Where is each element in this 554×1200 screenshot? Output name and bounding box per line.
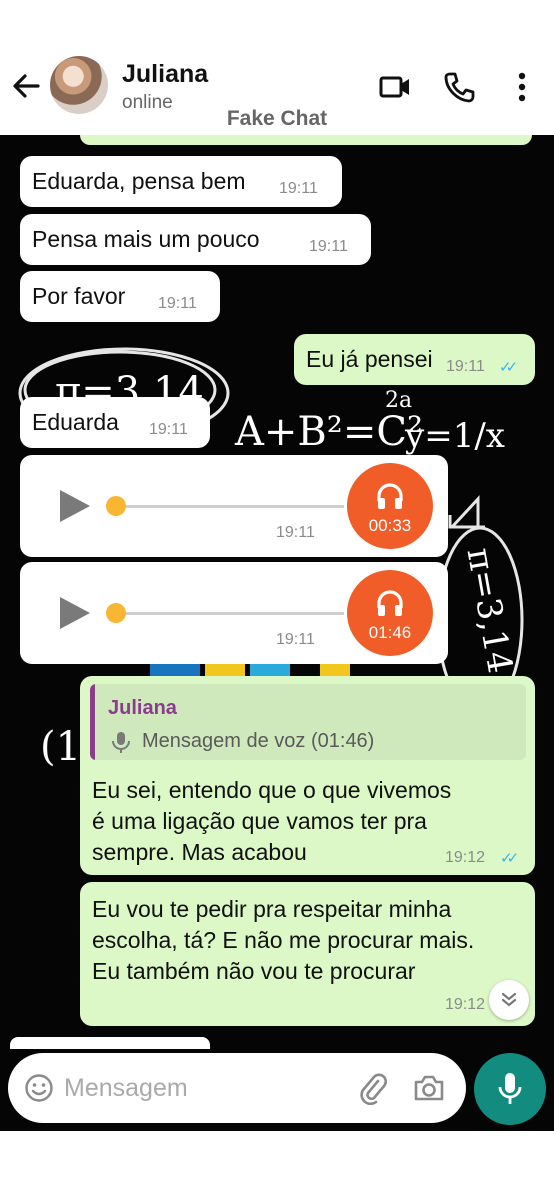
voice-message[interactable]: 19:11 00:33 [20, 455, 448, 557]
message-time: 19:11 [276, 631, 315, 648]
voice-avatar: 00:33 [347, 463, 433, 549]
voice-progress-knob[interactable] [106, 496, 126, 516]
next-message-edge [10, 1037, 210, 1049]
message-time: 19:11 [446, 358, 485, 375]
message-bubble-incoming[interactable]: Eduarda, pensa bem 19:11 [20, 156, 342, 207]
message-composer[interactable]: Mensagem [8, 1053, 466, 1123]
emoji-icon[interactable] [24, 1073, 54, 1103]
message-line: escolha, tá? E não me procurar mais. [92, 927, 475, 953]
app-watermark: Fake Chat [226, 107, 328, 130]
attach-icon[interactable] [356, 1071, 390, 1105]
message-line: Eu sei, entendo que o que vivemos [92, 777, 452, 803]
voice-progress-knob[interactable] [106, 603, 126, 623]
message-text: Eu já pensei [306, 346, 433, 372]
message-line: Eu também não vou te procurar [92, 958, 416, 984]
message-text: Eduarda [32, 409, 119, 435]
message-bubble-outgoing[interactable]: Eu já pensei 19:11 ✓✓ [294, 334, 535, 385]
message-bubble-outgoing-reply[interactable]: Juliana Mensagem de voz (01:46) Eu sei, … [80, 676, 535, 875]
play-icon[interactable] [60, 490, 90, 522]
mic-icon [498, 1073, 522, 1104]
voice-message[interactable]: 19:11 01:46 [20, 562, 448, 664]
voice-duration: 00:33 [368, 516, 412, 535]
message-line: Eu vou te pedir pra respeitar minha [92, 896, 452, 922]
contact-name[interactable]: Juliana [122, 60, 208, 89]
quote-author: Juliana [108, 697, 177, 719]
quote-bar [90, 684, 95, 760]
chalk-pythagoras: A+B²=C² [234, 409, 423, 455]
voice-progress-track[interactable] [116, 612, 344, 615]
camera-icon[interactable] [412, 1071, 446, 1105]
read-ticks-icon: ✓✓ [500, 850, 519, 867]
chat-area[interactable]: π=3,14 A+B²=C² 2a y=1/x (1- π=3,14 Eduar… [0, 135, 554, 1131]
double-chevron-down-icon [501, 992, 517, 1007]
message-time: 19:11 [309, 238, 348, 255]
read-ticks-icon: ✓✓ [499, 359, 518, 376]
message-time: 19:12 [445, 849, 486, 866]
avatar[interactable] [50, 56, 108, 114]
message-text: Por favor [32, 283, 126, 309]
message-text: Eu sei, entendo que o que vivemos é uma … [92, 775, 451, 868]
message-time: 19:11 [149, 421, 188, 438]
message-time: 19:12 [445, 996, 486, 1013]
more-options-icon[interactable] [505, 70, 539, 104]
back-arrow-icon[interactable] [8, 68, 44, 104]
message-line: é uma ligação que vamos ter pra [92, 808, 427, 834]
chalk-pi-rotated: π=3,14 [459, 545, 520, 677]
headphones-icon [377, 483, 403, 509]
message-time: 19:11 [158, 295, 197, 312]
quoted-message[interactable]: Juliana Mensagem de voz (01:46) [90, 684, 526, 760]
play-icon[interactable] [60, 597, 90, 629]
bottom-nav-area [0, 1131, 554, 1200]
voice-duration: 01:46 [368, 623, 412, 642]
message-input[interactable]: Mensagem [64, 1074, 188, 1103]
message-bubble-incoming[interactable]: Eduarda 19:11 [20, 397, 210, 448]
chat-header: Juliana online Fake Chat [0, 0, 554, 135]
message-time: 19:11 [276, 524, 315, 541]
scroll-to-bottom-button[interactable] [489, 980, 529, 1020]
voice-avatar: 01:46 [347, 570, 433, 656]
message-bubble-incoming[interactable]: Por favor 19:11 [20, 271, 220, 322]
message-text: Pensa mais um pouco [32, 226, 260, 252]
headphones-icon [377, 590, 403, 616]
message-bubble-incoming[interactable]: Pensa mais um pouco 19:11 [20, 214, 371, 265]
message-time: 19:11 [279, 180, 318, 197]
message-line: sempre. Mas acabou [92, 839, 307, 865]
quote-text: Mensagem de voz (01:46) [142, 730, 375, 752]
message-bubble-outgoing[interactable]: Eu vou te pedir pra respeitar minha esco… [80, 882, 535, 1026]
previous-message-edge [80, 135, 532, 145]
mic-icon [112, 732, 130, 753]
voice-record-button[interactable] [474, 1053, 546, 1125]
voice-progress-track[interactable] [116, 505, 344, 508]
chalk-reciprocal: y=1/x [404, 416, 505, 456]
video-call-icon[interactable] [378, 70, 412, 104]
phone-icon[interactable] [442, 70, 476, 104]
message-text: Eduarda, pensa bem [32, 168, 246, 194]
message-text: Eu vou te pedir pra respeitar minha esco… [92, 894, 474, 987]
chalk-exponent: 2a [385, 388, 412, 413]
